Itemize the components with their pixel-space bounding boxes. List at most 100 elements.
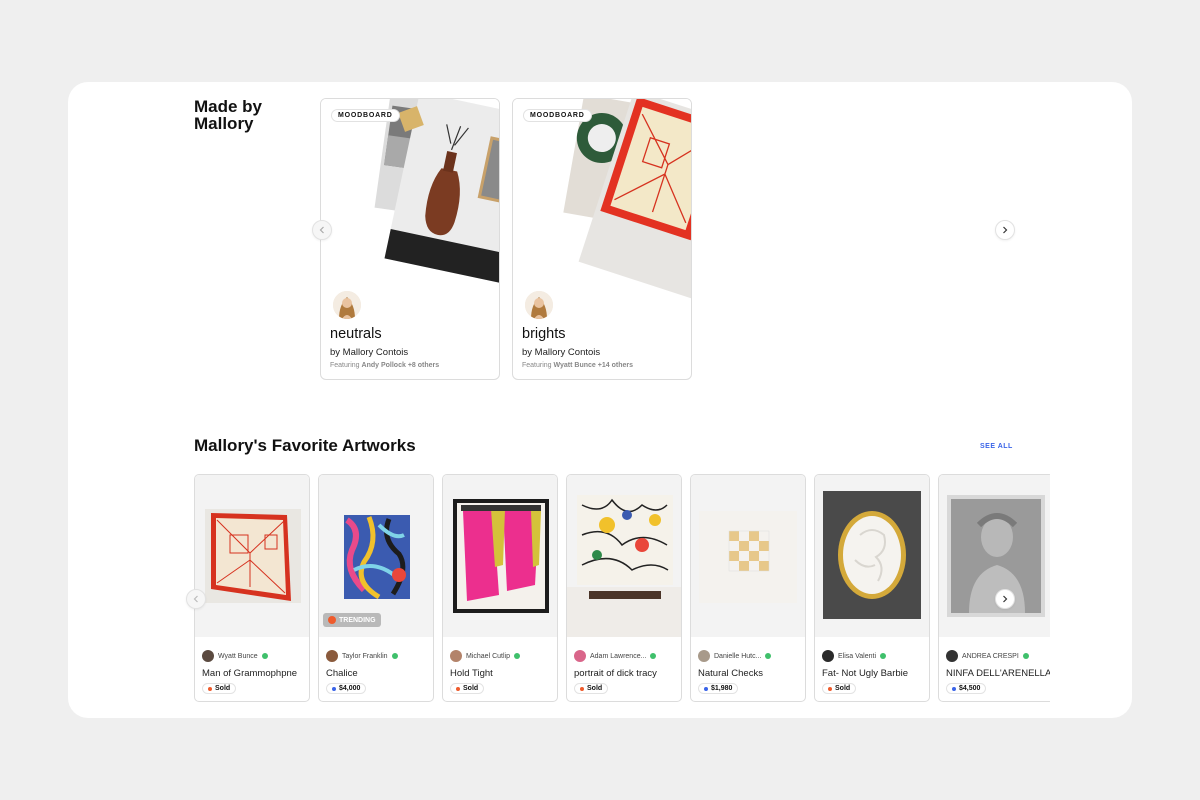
artist-name: Adam Lawrence... — [590, 652, 647, 660]
artwork-image — [443, 475, 557, 637]
featuring-artist: Andy Pollock — [361, 362, 406, 369]
artist-row[interactable]: Elisa Valenti — [822, 650, 887, 662]
chevron-left-icon — [193, 595, 198, 603]
moodboard-badge: MOODBOARD — [331, 109, 400, 122]
artworks-prev-button[interactable] — [186, 589, 206, 609]
artwork-title: portrait of dick tracy — [574, 668, 657, 679]
fire-icon — [328, 616, 336, 624]
artwork-title: Man of Grammophpne — [202, 668, 298, 679]
content-panel: Made by Mallory MOODBOARD neutrals by Ma… — [68, 82, 1132, 718]
price-label: $4,000 — [339, 685, 361, 692]
artwork-carousel: Wyatt Bunce Man of Grammophpne Sold TREN… — [194, 474, 1050, 704]
status-dot — [580, 686, 584, 691]
see-all-link[interactable]: SEE ALL — [980, 443, 1013, 450]
artist-row[interactable]: Michael Cutlip — [450, 650, 520, 662]
moodboard-name: neutrals — [330, 326, 382, 342]
price-label: Sold — [463, 685, 479, 692]
artwork-card[interactable]: Danielle Hutc... Natural Checks $1,980 — [690, 474, 806, 702]
artwork-image — [691, 475, 805, 637]
price-label: Sold — [587, 685, 603, 692]
status-dot — [828, 686, 832, 691]
moodboard-card-brights[interactable]: MOODBOARD brights by Mallory Contois Fea… — [512, 98, 692, 380]
artist-avatar — [574, 650, 586, 662]
artwork-card[interactable]: Elisa Valenti Fat- Not Ugly Barbie Sold — [814, 474, 930, 702]
price-badge: Sold — [202, 683, 237, 694]
artwork-card[interactable]: ANDREA CRESPI NINFA DELL'ARENELLA $4,500 — [938, 474, 1050, 702]
status-dot — [332, 686, 336, 691]
artwork-card[interactable]: Wyatt Bunce Man of Grammophpne Sold — [194, 474, 310, 702]
artwork-image — [815, 475, 929, 637]
artist-name: Michael Cutlip — [466, 652, 510, 660]
verified-icon — [765, 653, 772, 659]
artist-row[interactable]: Wyatt Bunce — [202, 650, 268, 662]
status-dot — [952, 686, 956, 691]
artwork-image — [195, 475, 309, 637]
artist-avatar — [698, 650, 710, 662]
artist-name: Danielle Hutc... — [714, 652, 762, 660]
moodboard-image — [513, 99, 691, 299]
artist-avatar — [202, 650, 214, 662]
artist-name: Wyatt Bunce — [218, 652, 258, 660]
price-label: $4,500 — [959, 685, 981, 692]
artwork-card[interactable]: Michael Cutlip Hold Tight Sold — [442, 474, 558, 702]
artist-name: Taylor Franklin — [342, 652, 388, 660]
price-label: Sold — [215, 685, 231, 692]
artist-row[interactable]: Taylor Franklin — [326, 650, 398, 662]
avatar — [523, 289, 555, 321]
trending-badge: TRENDING — [323, 613, 381, 627]
moodboard-next-button[interactable] — [995, 220, 1015, 240]
moodboard-featuring: Featuring Wyatt Bunce +14 others — [522, 362, 633, 369]
artist-avatar — [326, 650, 338, 662]
verified-icon — [650, 653, 657, 659]
artist-row[interactable]: Danielle Hutc... — [698, 650, 772, 662]
featuring-artist: Wyatt Bunce — [553, 362, 596, 369]
featuring-label: Featuring — [330, 362, 360, 369]
price-label: Sold — [835, 685, 851, 692]
verified-icon — [261, 653, 268, 659]
artist-name: Elisa Valenti — [838, 652, 877, 660]
artist-row[interactable]: Adam Lawrence... — [574, 650, 657, 662]
verified-icon — [1022, 653, 1029, 659]
featuring-more: +8 others — [407, 362, 440, 369]
section-title-made-by: Made by Mallory — [194, 97, 263, 133]
chevron-right-icon — [1003, 595, 1008, 603]
moodboard-name: brights — [522, 326, 566, 342]
status-dot — [208, 686, 212, 691]
price-label: $1,980 — [711, 685, 733, 692]
price-badge: Sold — [574, 683, 609, 694]
artwork-title: Hold Tight — [450, 668, 493, 679]
artwork-title: Chalice — [326, 668, 358, 679]
status-dot — [704, 686, 708, 691]
chevron-right-icon — [1003, 226, 1008, 234]
moodboard-author: by Mallory Contois — [330, 347, 409, 358]
moodboard-badge: MOODBOARD — [523, 109, 592, 122]
artwork-image — [939, 475, 1050, 637]
price-badge: Sold — [450, 683, 485, 694]
avatar — [331, 289, 363, 321]
featuring-label: Featuring — [522, 362, 552, 369]
price-badge: $4,000 — [326, 683, 367, 694]
artwork-title: Natural Checks — [698, 668, 763, 679]
artist-row[interactable]: ANDREA CRESPI — [946, 650, 1029, 662]
artwork-title: NINFA DELL'ARENELLA — [946, 668, 1050, 679]
artwork-title: Fat- Not Ugly Barbie — [822, 668, 909, 679]
artwork-card[interactable]: Adam Lawrence... portrait of dick tracy … — [566, 474, 682, 702]
artist-avatar — [450, 650, 462, 662]
trending-label: TRENDING — [339, 616, 376, 624]
artwork-image — [567, 475, 681, 637]
chevron-left-icon — [319, 226, 324, 234]
price-badge: Sold — [822, 683, 857, 694]
verified-icon — [513, 653, 520, 659]
moodboard-image — [321, 99, 499, 299]
moodboard-prev-button[interactable] — [312, 220, 332, 240]
moodboard-author: by Mallory Contois — [522, 347, 601, 358]
moodboard-card-neutrals[interactable]: MOODBOARD neutrals by Mallory Contois Fe… — [320, 98, 500, 380]
moodboard-featuring: Featuring Andy Pollock +8 others — [330, 362, 439, 369]
artwork-card[interactable]: TRENDING Taylor Franklin Chalice $4,000 — [318, 474, 434, 702]
artist-avatar — [946, 650, 958, 662]
artist-avatar — [822, 650, 834, 662]
artworks-next-button[interactable] — [995, 589, 1015, 609]
verified-icon — [391, 653, 398, 659]
featuring-more: +14 others — [597, 362, 633, 369]
status-dot — [456, 686, 460, 691]
